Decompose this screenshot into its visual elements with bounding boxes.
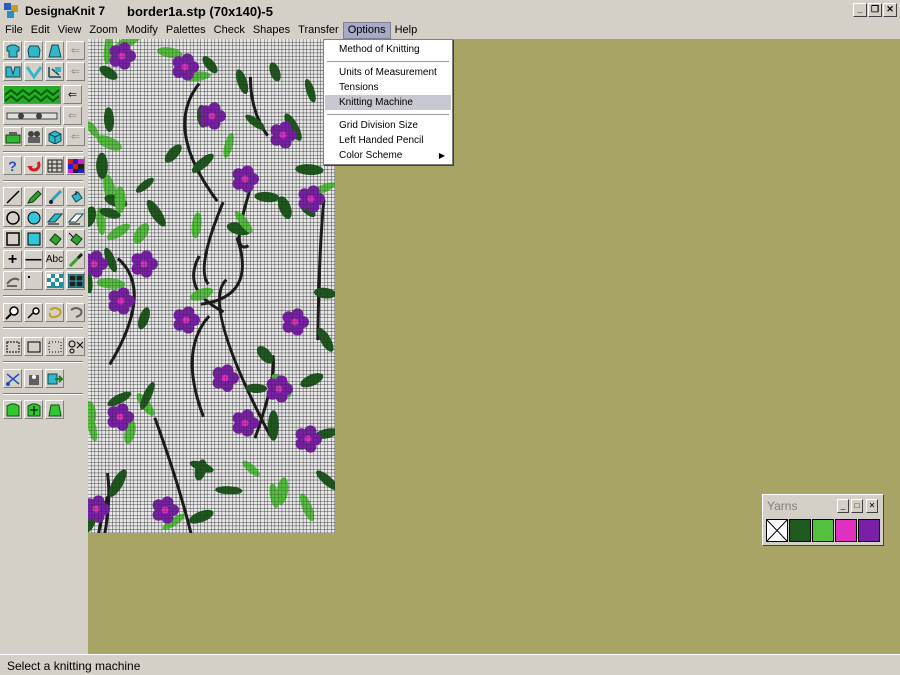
checker-pattern-icon[interactable] <box>45 271 64 290</box>
menu-left-handed-pencil[interactable]: Left Handed Pencil <box>325 133 451 148</box>
submenu-arrow-icon: ▶ <box>438 151 445 160</box>
select-frame-icon[interactable] <box>24 337 43 356</box>
sleeve-icon[interactable] <box>45 41 64 60</box>
maximize-icon-yarns[interactable]: □ <box>851 499 863 513</box>
menu-method-of-knitting[interactable]: Method of Knitting <box>325 42 451 57</box>
cube-icon[interactable] <box>45 127 64 146</box>
pencil-icon[interactable] <box>24 187 43 206</box>
menu-grid-division-size[interactable]: Grid Division Size <box>325 118 451 133</box>
stitch-pattern-icon[interactable] <box>3 85 61 104</box>
yarn-cone-icon[interactable] <box>24 127 43 146</box>
minus-icon[interactable]: — <box>24 250 43 269</box>
menu-edit[interactable]: Edit <box>27 22 54 39</box>
sweater-back-icon[interactable] <box>24 41 43 60</box>
paste-icon[interactable] <box>24 369 43 388</box>
shape-grid-icon[interactable] <box>45 62 64 81</box>
lasso-icon[interactable] <box>45 303 64 322</box>
yarns-palette-title: Yarns <box>767 499 798 513</box>
close-icon[interactable]: ✕ <box>883 3 897 17</box>
knitting-pattern-grid[interactable] <box>88 39 335 533</box>
menu-color-scheme[interactable]: Color Scheme ▶ <box>325 148 451 163</box>
sweater-front-icon[interactable] <box>3 41 22 60</box>
document-title: border1a.stp (70x140)-5 <box>127 3 273 19</box>
tool-palette: ⇐ ⇐ ⇐ ⇐ ⇐ ? + — Abc <box>0 39 88 654</box>
designaknit-logo-icon <box>4 3 20 19</box>
line-tool-icon[interactable] <box>3 187 22 206</box>
design-workspace[interactable] <box>88 39 900 654</box>
text-tool-icon[interactable]: Abc <box>45 250 64 269</box>
grid-icon[interactable] <box>45 156 64 175</box>
menu-tensions[interactable]: Tensions <box>325 80 451 95</box>
menu-transfer[interactable]: Transfer <box>294 22 343 39</box>
undo-icon[interactable] <box>24 156 43 175</box>
menu-bar: File Edit View Zoom Modify Palettes Chec… <box>0 22 900 39</box>
arrow-left-icon[interactable]: ⇐ <box>63 85 82 104</box>
menu-zoom[interactable]: Zoom <box>85 22 121 39</box>
select-rect-icon[interactable] <box>3 337 22 356</box>
status-bar: Select a knitting machine <box>0 654 900 675</box>
flood-fill-alt-icon[interactable] <box>66 229 85 248</box>
close-icon-yarns[interactable]: ✕ <box>866 499 878 513</box>
garment-fit-icon[interactable] <box>3 400 22 419</box>
copy-to-icon[interactable] <box>45 369 64 388</box>
color-grid-icon[interactable] <box>66 156 85 175</box>
minimize-icon-yarns[interactable]: _ <box>837 499 849 513</box>
plus-icon[interactable]: + <box>3 250 22 269</box>
restore-icon[interactable]: ❐ <box>868 3 882 17</box>
title-bar: DesignaKnit 7 border1a.stp (70x140)-5 _ … <box>0 0 900 22</box>
menu-file[interactable]: File <box>1 22 27 39</box>
garment-move-icon[interactable] <box>24 400 43 419</box>
arrow-disabled-icon-4[interactable]: ⇐ <box>66 127 85 146</box>
yarns-palette: Yarns _ □ ✕ <box>762 494 884 546</box>
menu-check[interactable]: Check <box>210 22 249 39</box>
app-title: DesignaKnit 7 <box>25 4 106 18</box>
menu-units-of-measurement[interactable]: Units of Measurement <box>325 65 451 80</box>
help-icon[interactable]: ? <box>3 156 22 175</box>
flood-fill-icon[interactable] <box>45 229 64 248</box>
window-controls: _ ❐ ✕ <box>852 3 897 17</box>
menu-shapes[interactable]: Shapes <box>249 22 294 39</box>
zoom-out-icon[interactable] <box>24 303 43 322</box>
lasso-alt-icon[interactable] <box>66 303 85 322</box>
garment-shape-icon[interactable] <box>45 400 64 419</box>
arrow-disabled-icon-2[interactable]: ⇐ <box>66 62 85 81</box>
menu-knitting-machine[interactable]: Knitting Machine <box>325 95 451 110</box>
menu-modify[interactable]: Modify <box>121 22 161 39</box>
arrow-disabled-icon-3[interactable]: ⇐ <box>63 106 82 125</box>
eraser-icon[interactable] <box>45 208 64 227</box>
circle-filled-icon[interactable] <box>24 208 43 227</box>
menu-palettes[interactable]: Palettes <box>162 22 210 39</box>
ruler-icon[interactable] <box>3 106 61 125</box>
menu-color-scheme-label: Color Scheme <box>339 150 403 161</box>
menu-view[interactable]: View <box>54 22 86 39</box>
yarn-swatch-dark-green[interactable] <box>789 519 811 542</box>
menu-help[interactable]: Help <box>391 22 422 39</box>
zoom-in-icon[interactable] <box>3 303 22 322</box>
minimize-icon[interactable]: _ <box>853 3 867 17</box>
neckline-icon[interactable] <box>3 62 22 81</box>
v-shape-icon[interactable] <box>24 62 43 81</box>
scissors-icon[interactable] <box>3 369 22 388</box>
dot-tool-icon[interactable] <box>24 271 43 290</box>
yarn-swatch-pink[interactable] <box>835 519 857 542</box>
fill-bucket-icon[interactable] <box>66 187 85 206</box>
options-menu-dropdown: Method of Knitting Units of Measurement … <box>323 39 453 165</box>
yarn-swatch-purple[interactable] <box>858 519 880 542</box>
eyedropper-icon[interactable] <box>66 250 85 269</box>
cut-shapes-icon[interactable] <box>66 337 85 356</box>
menu-options[interactable]: Options <box>342 22 391 39</box>
machine-icon[interactable] <box>3 127 22 146</box>
eraser-outline-icon[interactable] <box>66 208 85 227</box>
select-dotted-icon[interactable] <box>45 337 64 356</box>
rectangle-filled-icon[interactable] <box>24 229 43 248</box>
rectangle-outline-icon[interactable] <box>3 229 22 248</box>
spray-icon[interactable] <box>3 271 22 290</box>
yarn-swatch-background[interactable] <box>766 519 788 542</box>
yarn-swatch-light-green[interactable] <box>812 519 834 542</box>
brush-icon[interactable] <box>45 187 64 206</box>
status-text: Select a knitting machine <box>7 659 141 673</box>
arrow-disabled-icon[interactable]: ⇐ <box>66 41 85 60</box>
grid-fill-icon[interactable] <box>66 271 85 290</box>
circle-outline-icon[interactable] <box>3 208 22 227</box>
